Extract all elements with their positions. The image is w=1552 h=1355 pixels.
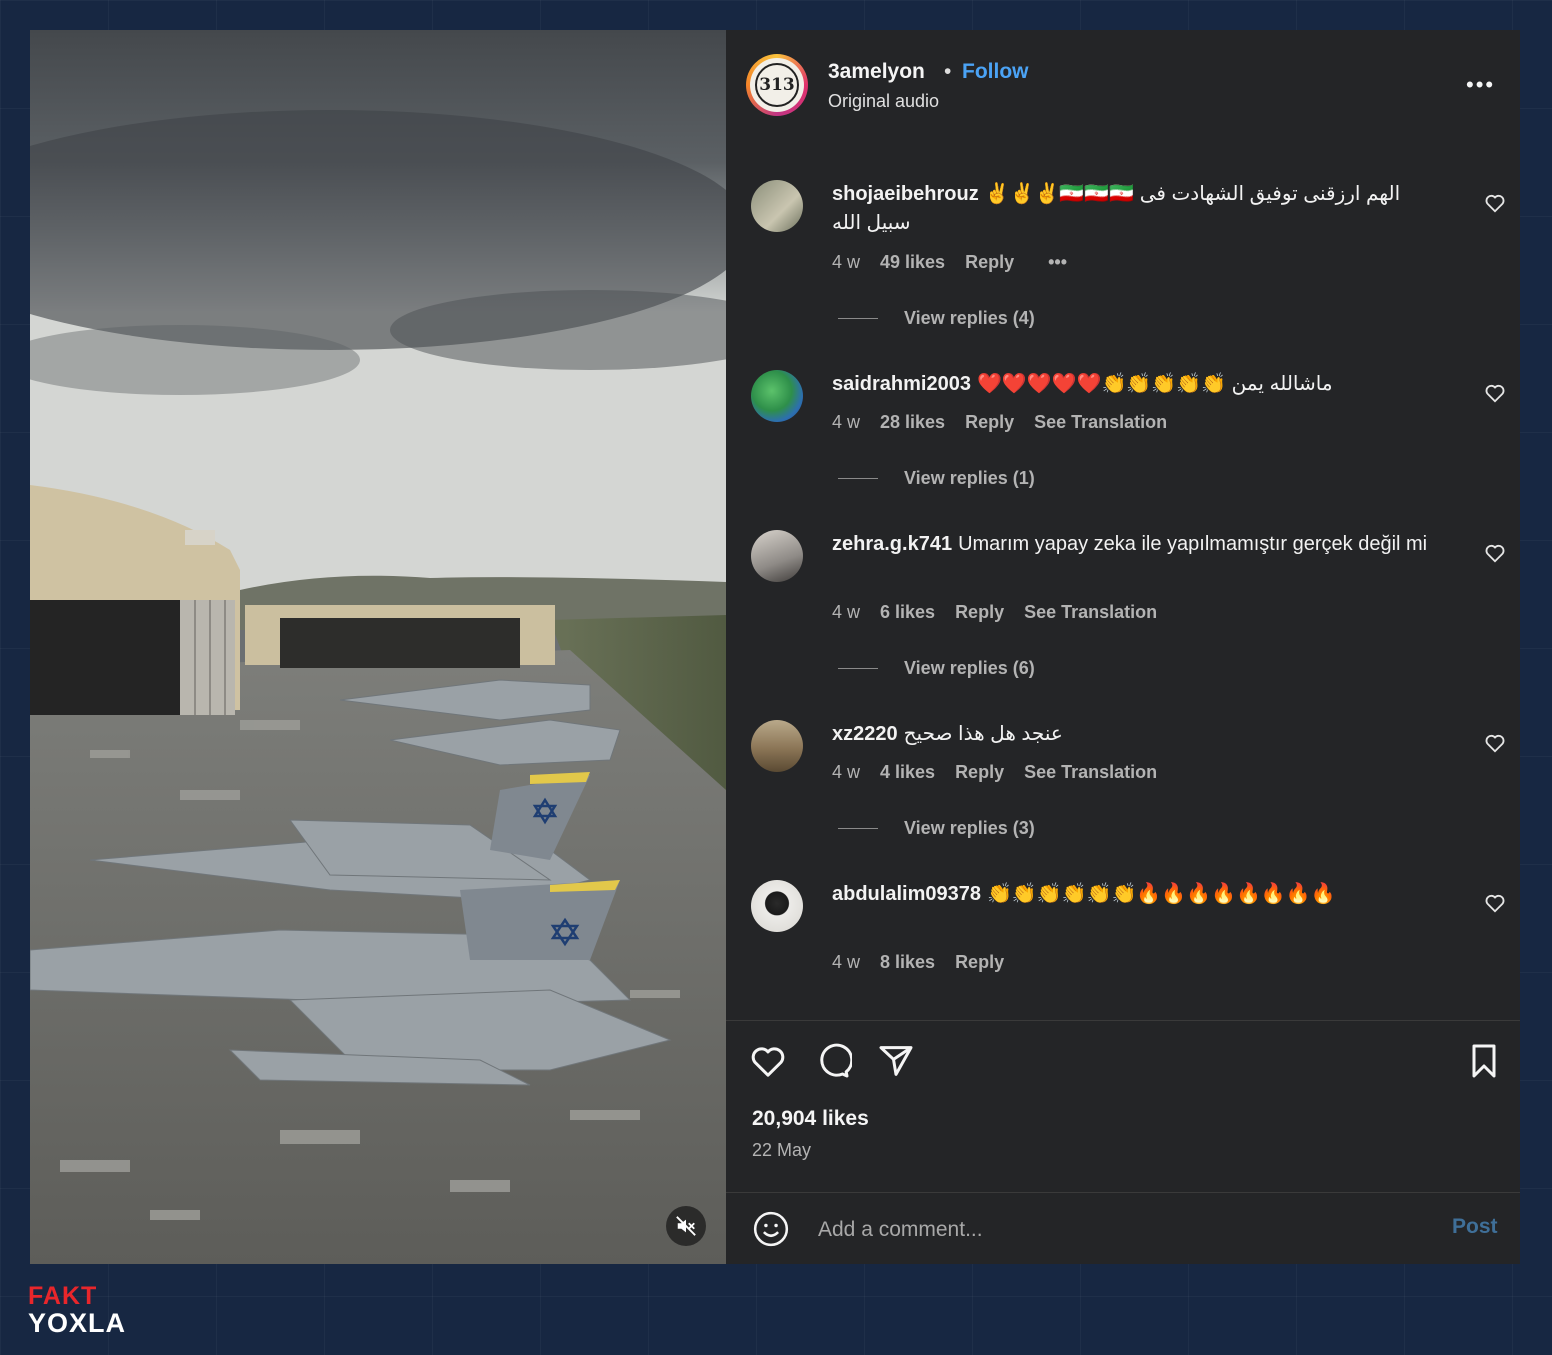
comment-time[interactable]: 4 w [832, 252, 860, 273]
account-avatar[interactable]: 313 [746, 54, 808, 116]
commenter-avatar[interactable] [751, 720, 803, 772]
comment-time[interactable]: 4 w [832, 602, 860, 623]
view-replies-line [838, 478, 878, 479]
comment-likes[interactable]: 28 likes [880, 412, 945, 433]
comment-username[interactable]: shojaeibehrouz [832, 183, 979, 205]
instagram-post: 313 3amelyon • Follow Original audio •••… [30, 30, 1520, 1264]
add-comment-bar: Post [726, 1192, 1520, 1265]
see-translation-button[interactable]: See Translation [1024, 762, 1157, 783]
view-replies-label: View replies (6) [904, 658, 1035, 678]
comment-reply-button[interactable]: Reply [965, 412, 1014, 433]
post-actions-bar [726, 1020, 1520, 1101]
comment-body: saidrahmi2003 ❤️❤️❤️❤️❤️👏👏👏👏👏 ماشالله يمن [832, 370, 1432, 399]
comment-text: 👏👏👏👏👏👏🔥🔥🔥🔥🔥🔥🔥🔥 [986, 883, 1336, 905]
fakt-yoxla-logo: FAKT YOXLA [28, 1283, 126, 1337]
view-replies-button[interactable]: View replies (6) [838, 658, 1035, 679]
commenter-avatar[interactable] [751, 370, 803, 422]
view-replies-button[interactable]: View replies (4) [838, 308, 1035, 329]
comment-body: shojaeibehrouz ✌️✌️✌️🇮🇷🇮🇷🇮🇷 الهم ارزقنی ت… [832, 180, 1432, 238]
view-replies-button[interactable]: View replies (3) [838, 818, 1035, 839]
bookmark-icon[interactable] [1464, 1041, 1504, 1081]
comments-list: shojaeibehrouz ✌️✌️✌️🇮🇷🇮🇷🇮🇷 الهم ارزقنی ت… [726, 170, 1520, 1020]
comment-bubble-icon[interactable] [812, 1041, 852, 1081]
comment-username[interactable]: abdulalim09378 [832, 883, 981, 905]
post-header: 313 3amelyon • Follow Original audio ••• [726, 30, 1520, 145]
commenter-avatar[interactable] [751, 880, 803, 932]
view-replies-button[interactable]: View replies (1) [838, 468, 1035, 489]
view-replies-label: View replies (4) [904, 308, 1035, 328]
logo-line-2: YOXLA [28, 1308, 127, 1338]
post-likes-count[interactable]: 20,904 likes [752, 1107, 869, 1131]
view-replies-label: View replies (3) [904, 818, 1035, 838]
mute-button[interactable] [666, 1206, 706, 1246]
comment-like-heart-icon[interactable] [1484, 892, 1506, 914]
comment-text: Umarım yapay zeka ile yapılmamıştır gerç… [958, 533, 1428, 555]
comment-time[interactable]: 4 w [832, 952, 860, 973]
comment-body: zehra.g.k741 Umarım yapay zeka ile yapılm… [832, 530, 1432, 559]
heart-icon[interactable] [748, 1041, 788, 1081]
comment-likes[interactable]: 49 likes [880, 252, 945, 273]
comment-input[interactable] [816, 1213, 1420, 1247]
comment-username[interactable]: xz2220 [832, 723, 898, 745]
post-video[interactable] [30, 30, 726, 1264]
see-translation-button[interactable]: See Translation [1024, 602, 1157, 623]
comment-likes[interactable]: 8 likes [880, 952, 935, 973]
more-options-button[interactable]: ••• [1466, 72, 1495, 98]
logo-line-1: FAKT [28, 1282, 98, 1310]
view-replies-label: View replies (1) [904, 468, 1035, 488]
comment-likes[interactable]: 4 likes [880, 762, 935, 783]
see-translation-button[interactable]: See Translation [1034, 412, 1167, 433]
comment-reply-button[interactable]: Reply [955, 952, 1004, 973]
view-replies-line [838, 668, 878, 669]
smiley-icon[interactable] [752, 1210, 790, 1248]
comment-body: abdulalim09378 👏👏👏👏👏👏🔥🔥🔥🔥🔥🔥🔥🔥 [832, 880, 1432, 909]
comment-meta: 4 w 6 likes Reply See Translation [832, 602, 1157, 623]
airbase-scene-image [30, 30, 726, 1264]
comment-time[interactable]: 4 w [832, 412, 860, 433]
view-replies-line [838, 318, 878, 319]
comment-reply-button[interactable]: Reply [965, 252, 1014, 273]
post-date[interactable]: 22 May [752, 1140, 811, 1161]
audio-label[interactable]: Original audio [828, 91, 939, 112]
comment-like-heart-icon[interactable] [1484, 542, 1506, 564]
commenter-avatar[interactable] [751, 530, 803, 582]
comment-more-options[interactable]: ••• [1048, 252, 1067, 273]
comment-meta: 4 w 8 likes Reply [832, 952, 1004, 973]
comment-reply-button[interactable]: Reply [955, 762, 1004, 783]
comment-body: xz2220 عنجد هل هذا صحيح [832, 720, 1432, 749]
comment-meta: 4 w 28 likes Reply See Translation [832, 412, 1167, 433]
speaker-muted-icon [676, 1216, 696, 1236]
comment-like-heart-icon[interactable] [1484, 732, 1506, 754]
account-username[interactable]: 3amelyon [828, 60, 925, 84]
header-separator: • [944, 60, 952, 83]
account-avatar-badge: 313 [755, 63, 799, 107]
follow-button[interactable]: Follow [962, 60, 1029, 84]
commenter-avatar[interactable] [751, 180, 803, 232]
comment-text: ❤️❤️❤️❤️❤️👏👏👏👏👏 ماشالله يمن [976, 373, 1333, 395]
paper-plane-icon[interactable] [876, 1041, 916, 1081]
post-comment-button[interactable]: Post [1452, 1215, 1498, 1239]
comment-meta: 4 w 49 likes Reply ••• [832, 252, 1067, 273]
comment-text: عنجد هل هذا صحيح [903, 723, 1063, 745]
comment-like-heart-icon[interactable] [1484, 382, 1506, 404]
comment-like-heart-icon[interactable] [1484, 192, 1506, 214]
account-avatar-inner: 313 [750, 58, 804, 112]
comment-likes[interactable]: 6 likes [880, 602, 935, 623]
comment-username[interactable]: zehra.g.k741 [832, 533, 952, 555]
comment-time[interactable]: 4 w [832, 762, 860, 783]
comment-username[interactable]: saidrahmi2003 [832, 373, 971, 395]
view-replies-line [838, 828, 878, 829]
comment-meta: 4 w 4 likes Reply See Translation [832, 762, 1157, 783]
comment-reply-button[interactable]: Reply [955, 602, 1004, 623]
post-side-panel: 313 3amelyon • Follow Original audio •••… [726, 30, 1520, 1264]
